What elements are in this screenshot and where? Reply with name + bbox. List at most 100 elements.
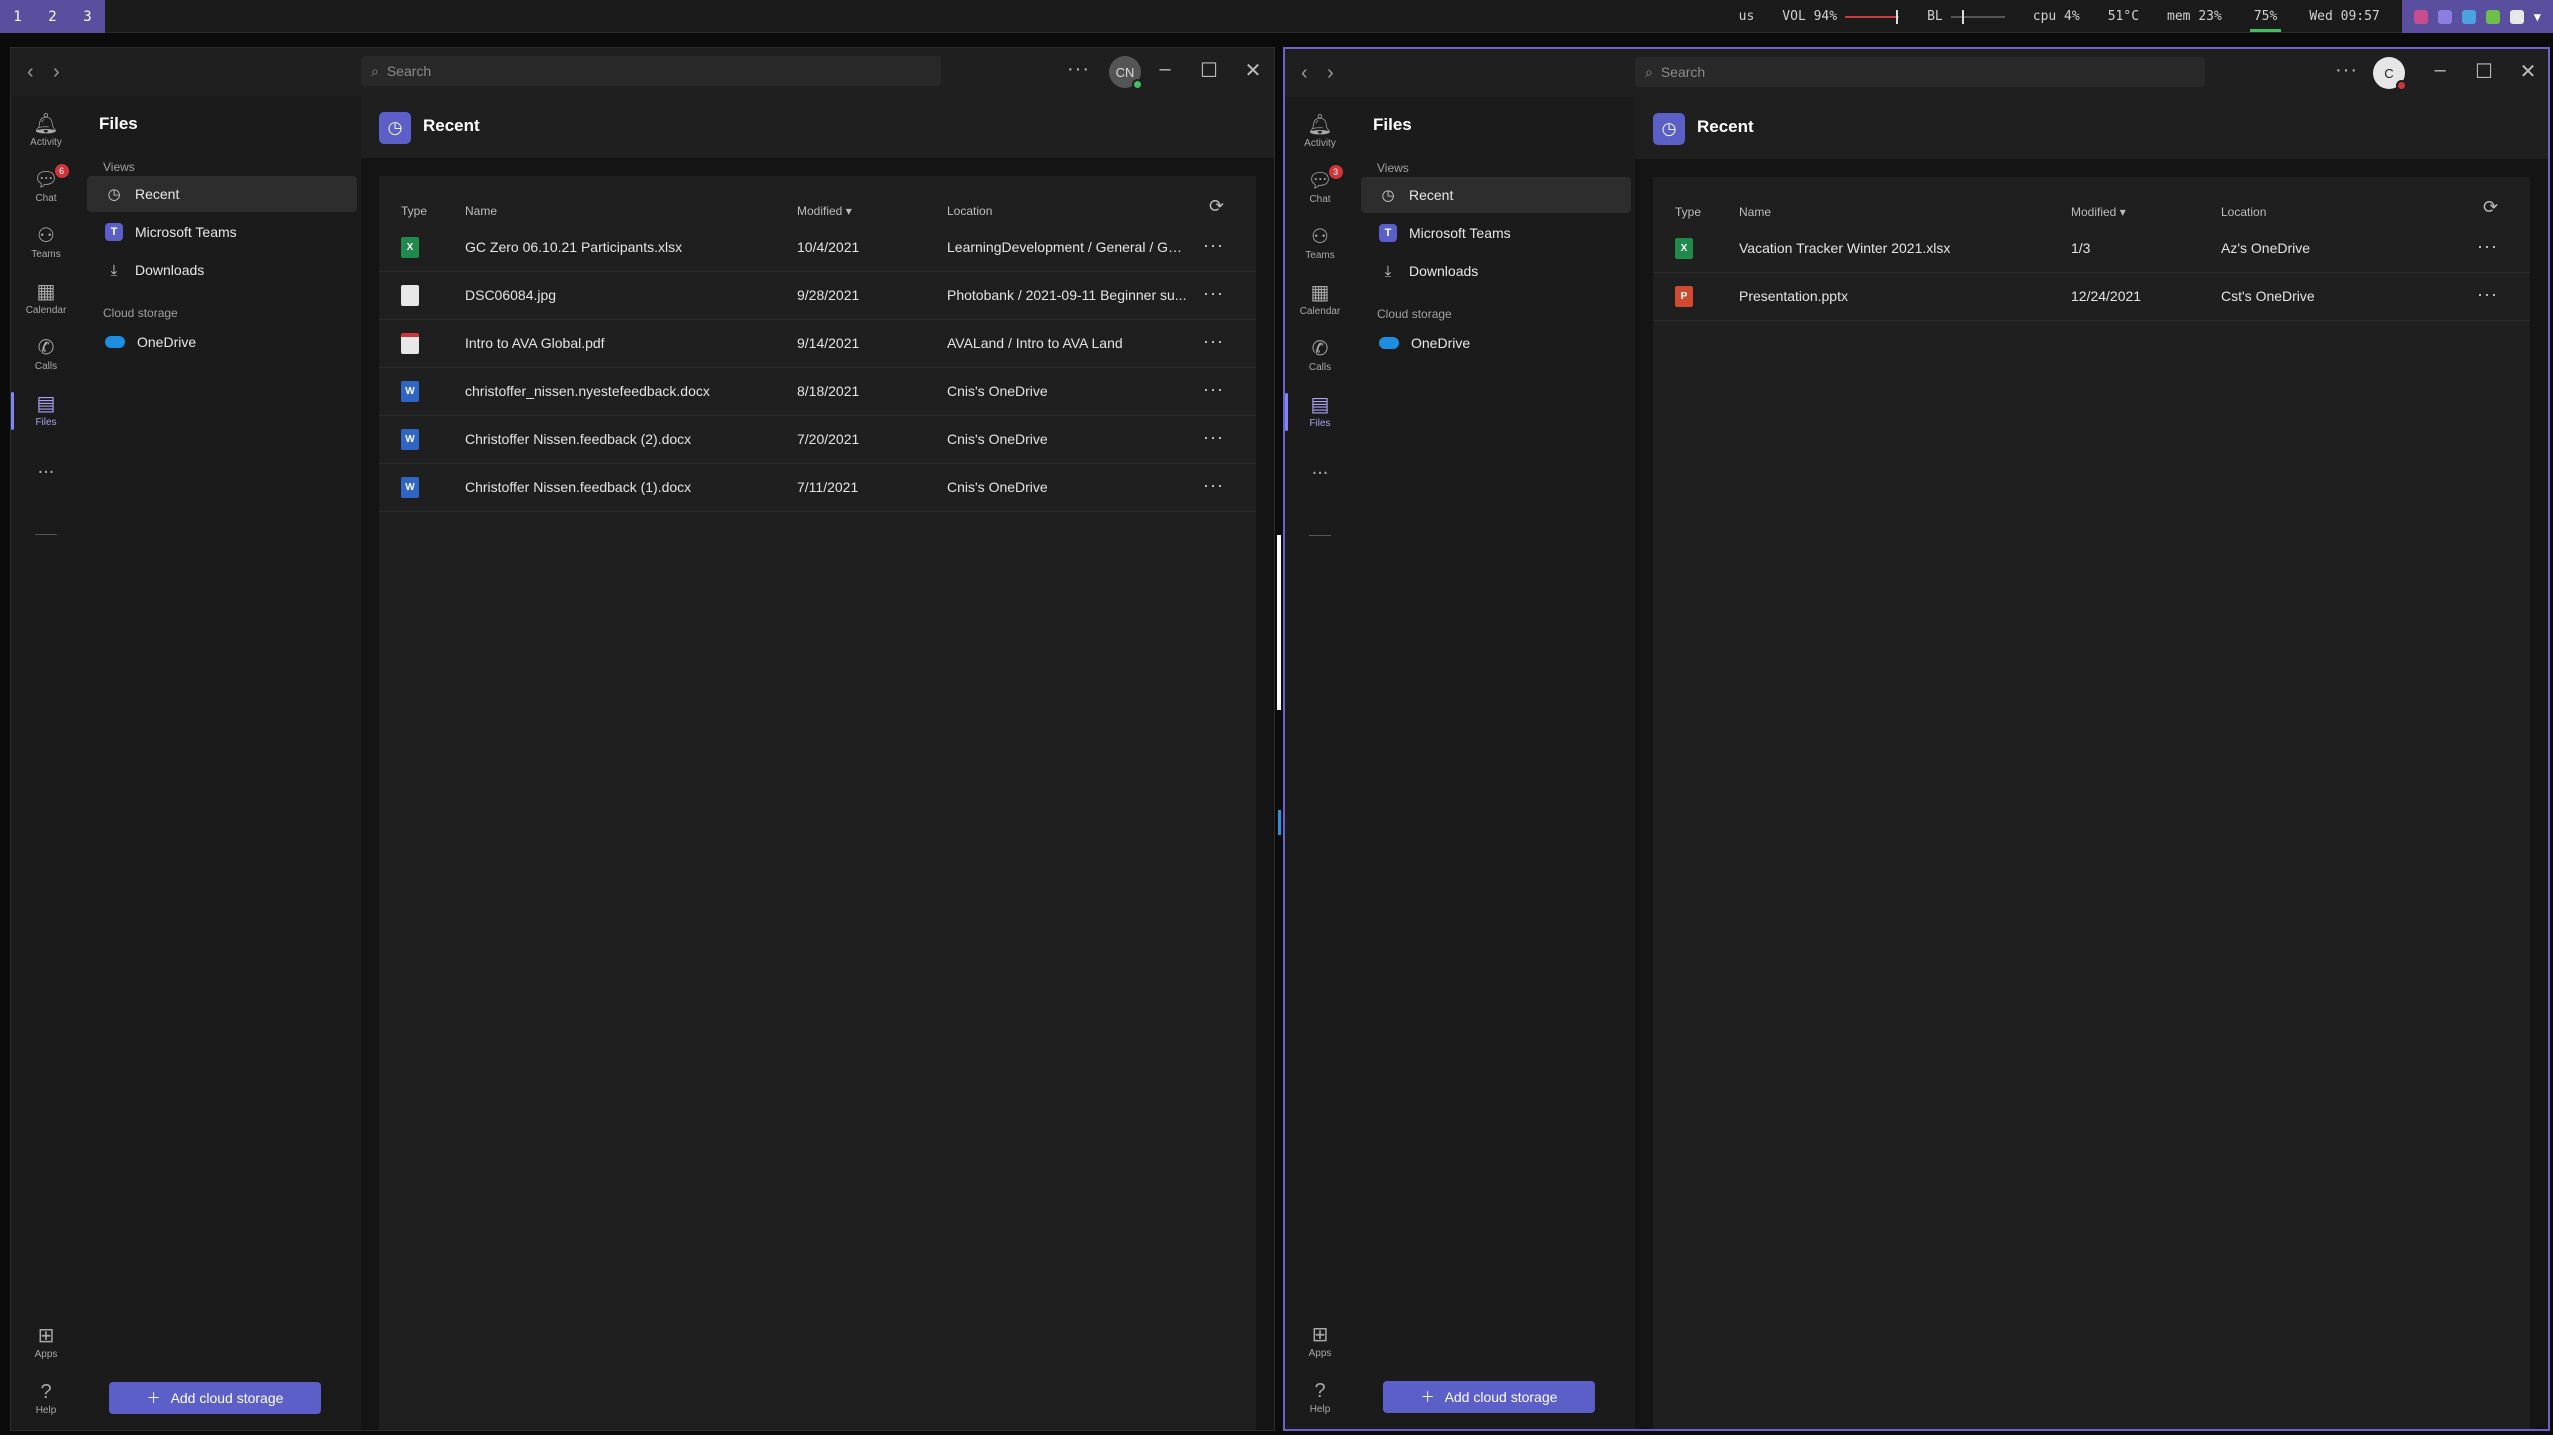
rail-files[interactable]: ▤ Files bbox=[11, 386, 81, 436]
file-name[interactable]: Presentation.pptx bbox=[1739, 288, 2059, 304]
table-row[interactable]: Intro to AVA Global.pdf 9/14/2021 AVALand … bbox=[379, 320, 1256, 368]
back-arrow-icon[interactable]: ‹ bbox=[1301, 62, 1308, 85]
file-location[interactable]: Photobank / 2021-09-11 Beginner su... bbox=[947, 287, 1187, 303]
workspace-3-button[interactable]: 3 bbox=[70, 0, 105, 33]
file-name[interactable]: Christoffer Nissen.feedback (2).docx bbox=[465, 431, 785, 447]
tray-expand-icon[interactable]: ▼ bbox=[2534, 10, 2541, 24]
bluetooth-tray-icon[interactable] bbox=[2461, 9, 2476, 24]
more-options-icon[interactable]: ··· bbox=[2477, 284, 2498, 305]
close-icon[interactable]: ✕ bbox=[2516, 59, 2540, 84]
search-input[interactable]: ⌕ Search bbox=[361, 56, 941, 86]
forward-arrow-icon[interactable]: › bbox=[1327, 62, 1334, 85]
maximize-icon[interactable]: ☐ bbox=[2472, 59, 2496, 84]
close-icon[interactable]: ✕ bbox=[1241, 58, 1265, 83]
rail-apps[interactable]: ⊞ Apps bbox=[11, 1318, 81, 1368]
shield-tray-icon[interactable] bbox=[2509, 9, 2524, 24]
column-header-name[interactable]: Name bbox=[465, 204, 497, 218]
rail-activity[interactable]: 🔔︎ Activity bbox=[1285, 107, 1355, 157]
rail-activity[interactable]: 🔔︎ Activity bbox=[11, 106, 81, 156]
column-header-name[interactable]: Name bbox=[1739, 205, 1771, 219]
nav-item-downloads[interactable]: ⤓ Downloads bbox=[1361, 253, 1631, 289]
more-options-icon[interactable]: ··· bbox=[1067, 58, 1090, 81]
rail-teams[interactable]: ⚇ Teams bbox=[1285, 219, 1355, 269]
table-row[interactable]: X Vacation Tracker Winter 2021.xlsx 1/3 Az'… bbox=[1653, 225, 2530, 273]
main-content: ◷ Recent Type Name Modified ▾ Location ⟳… bbox=[361, 96, 1274, 1430]
search-input[interactable]: ⌕ Search bbox=[1635, 57, 2205, 87]
table-row[interactable]: P Presentation.pptx 12/24/2021 Cst's OneDri… bbox=[1653, 273, 2530, 321]
avatar[interactable]: C bbox=[2373, 57, 2407, 91]
table-row[interactable]: W Christoffer Nissen.feedback (2).docx 7/2… bbox=[379, 416, 1256, 464]
rail-teams[interactable]: ⚇ Teams bbox=[11, 218, 81, 268]
refresh-icon[interactable]: ⟳ bbox=[2483, 197, 2498, 218]
workspace-1-button[interactable]: 1 bbox=[0, 0, 35, 33]
file-location[interactable]: Cnis's OneDrive bbox=[947, 383, 1187, 399]
image-file-icon bbox=[401, 285, 419, 306]
refresh-icon[interactable]: ⟳ bbox=[1209, 196, 1224, 217]
back-arrow-icon[interactable]: ‹ bbox=[27, 61, 34, 84]
forward-arrow-icon[interactable]: › bbox=[53, 61, 60, 84]
table-row[interactable]: X GC Zero 06.10.21 Participants.xlsx 10/4/… bbox=[379, 224, 1256, 272]
table-row[interactable]: Wchristoffer_nissen.nyestefeedback.docx 8… bbox=[379, 368, 1256, 416]
column-header-modified[interactable]: Modified ▾ bbox=[797, 204, 852, 218]
file-location[interactable]: Cnis's OneDrive bbox=[947, 479, 1187, 495]
more-options-icon[interactable]: ··· bbox=[1203, 331, 1224, 352]
minimize-icon[interactable]: – bbox=[1153, 58, 1177, 81]
more-options-icon[interactable]: ··· bbox=[2335, 59, 2358, 82]
nav-item-onedrive[interactable]: OneDrive bbox=[87, 324, 357, 360]
column-header-location[interactable]: Location bbox=[947, 204, 992, 218]
rail-more-apps[interactable]: ... bbox=[11, 442, 81, 492]
brightness-indicator[interactable]: BL bbox=[1927, 9, 2005, 24]
teams-tray-icon[interactable] bbox=[2413, 9, 2428, 24]
rail-help[interactable]: ? Help bbox=[1285, 1373, 1355, 1423]
file-location[interactable]: Cnis's OneDrive bbox=[947, 431, 1187, 447]
nav-item-microsoft-teams[interactable]: T Microsoft Teams bbox=[1361, 215, 1631, 251]
file-name[interactable]: christoffer_nissen.nyestefeedback.docx bbox=[465, 383, 785, 399]
rail-calendar[interactable]: ▦ Calendar bbox=[1285, 275, 1355, 325]
workspace-2-button[interactable]: 2 bbox=[35, 0, 70, 33]
avatar[interactable]: CN bbox=[1109, 56, 1143, 90]
file-name[interactable]: GC Zero 06.10.21 Participants.xlsx bbox=[465, 239, 785, 255]
file-location[interactable]: Cst's OneDrive bbox=[2221, 288, 2461, 304]
file-name[interactable]: Vacation Tracker Winter 2021.xlsx bbox=[1739, 240, 2059, 256]
add-cloud-storage-button[interactable]: ＋ Add cloud storage bbox=[1383, 1381, 1595, 1413]
file-location[interactable]: AVALand / Intro to AVA Land bbox=[947, 335, 1187, 351]
table-row[interactable]: DSC06084.jpg 9/28/2021 Photobank / 2021-09… bbox=[379, 272, 1256, 320]
add-cloud-storage-button[interactable]: ＋ Add cloud storage bbox=[109, 1382, 321, 1414]
file-name[interactable]: Christoffer Nissen.feedback (1).docx bbox=[465, 479, 785, 495]
nav-item-recent[interactable]: ◷ Recent bbox=[1361, 177, 1631, 213]
file-name[interactable]: DSC06084.jpg bbox=[465, 287, 785, 303]
file-location[interactable]: Az's OneDrive bbox=[2221, 240, 2461, 256]
more-options-icon[interactable]: ··· bbox=[2477, 236, 2498, 257]
column-header-type[interactable]: Type bbox=[1675, 205, 1701, 219]
nav-item-microsoft-teams[interactable]: T Microsoft Teams bbox=[87, 214, 357, 250]
file-name[interactable]: Intro to AVA Global.pdf bbox=[465, 335, 785, 351]
nav-item-downloads[interactable]: ⤓ Downloads bbox=[87, 252, 357, 288]
teams-tray-icon-2[interactable] bbox=[2437, 9, 2452, 24]
maximize-icon[interactable]: ☐ bbox=[1197, 58, 1221, 83]
rail-calls[interactable]: ✆ Calls bbox=[11, 330, 81, 380]
rail-more-apps[interactable]: ... bbox=[1285, 443, 1355, 493]
rail-apps[interactable]: ⊞ Apps bbox=[1285, 1317, 1355, 1367]
column-header-location[interactable]: Location bbox=[2221, 205, 2266, 219]
rail-calendar[interactable]: ▦ Calendar bbox=[11, 274, 81, 324]
rail-chat[interactable]: 💬︎ 3 Chat bbox=[1285, 163, 1355, 213]
more-options-icon[interactable]: ··· bbox=[1203, 427, 1224, 448]
app-tray-icon[interactable] bbox=[2485, 9, 2500, 24]
file-location[interactable]: LearningDevelopment / General / GC... bbox=[947, 239, 1187, 255]
file-modified: 1/3 bbox=[2071, 240, 2091, 256]
more-options-icon[interactable]: ··· bbox=[1203, 475, 1224, 496]
volume-indicator[interactable]: VOL 94% bbox=[1782, 9, 1900, 24]
nav-item-onedrive[interactable]: OneDrive bbox=[1361, 325, 1631, 361]
minimize-icon[interactable]: – bbox=[2428, 59, 2452, 82]
more-options-icon[interactable]: ··· bbox=[1203, 283, 1224, 304]
rail-chat[interactable]: 💬︎ 6 Chat bbox=[11, 162, 81, 212]
table-row[interactable]: W Christoffer Nissen.feedback (1).docx 7/1… bbox=[379, 464, 1256, 512]
column-header-modified[interactable]: Modified ▾ bbox=[2071, 205, 2126, 219]
rail-help[interactable]: ? Help bbox=[11, 1374, 81, 1424]
more-options-icon[interactable]: ··· bbox=[1203, 235, 1224, 256]
rail-files[interactable]: ▤ Files bbox=[1285, 387, 1355, 437]
more-options-icon[interactable]: ··· bbox=[1203, 379, 1224, 400]
column-header-type[interactable]: Type bbox=[401, 204, 427, 218]
rail-calls[interactable]: ✆ Calls bbox=[1285, 331, 1355, 381]
nav-item-recent[interactable]: ◷ Recent bbox=[87, 176, 357, 212]
